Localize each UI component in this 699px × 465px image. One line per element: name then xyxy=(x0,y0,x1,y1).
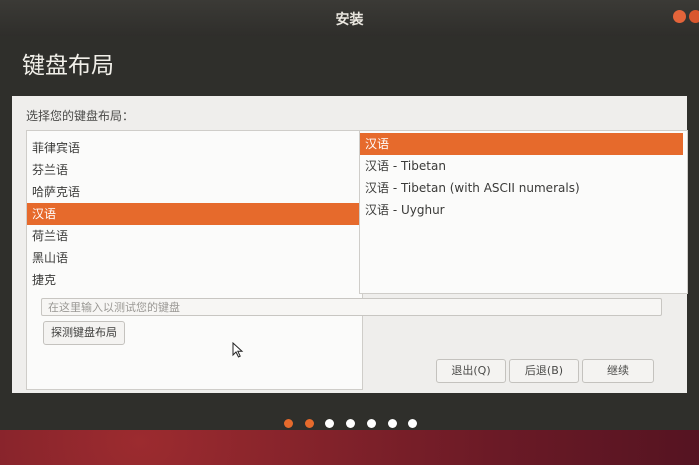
variant-list-item[interactable]: 汉语 - Uyghur xyxy=(360,199,687,221)
progress-dot xyxy=(284,419,293,428)
language-list-item[interactable]: 荷兰语 xyxy=(27,225,362,247)
language-list-item[interactable]: 菲律宾语 xyxy=(27,137,362,159)
detect-layout-button[interactable]: 探测键盘布局 xyxy=(43,321,125,345)
variant-list-item[interactable]: 汉语 - Tibetan xyxy=(360,155,687,177)
mouse-pointer-icon xyxy=(232,342,244,358)
progress-dot xyxy=(304,419,314,428)
progress-dot xyxy=(346,419,356,428)
variant-list-item[interactable]: 汉语 - Tibetan (with ASCII numerals) xyxy=(360,177,687,199)
layout-prompt-label: 选择您的键盘布局： xyxy=(26,109,135,123)
language-list-item[interactable]: 哈萨克语 xyxy=(27,181,362,203)
keyboard-test-input[interactable] xyxy=(41,298,662,316)
progress-dot xyxy=(387,419,397,428)
language-list-item[interactable]: 黑山语 xyxy=(27,247,362,269)
progress-dots xyxy=(0,419,699,429)
quit-button[interactable]: 退出(Q) xyxy=(436,359,506,383)
progress-dot xyxy=(325,419,335,428)
installer-window: 安装 键盘布局 选择您的键盘布局： 菲律宾语 芬兰语 哈萨克语 汉语 荷兰语 黑山语 捷克 … xyxy=(0,0,699,430)
page-title: 键盘布局 xyxy=(22,53,114,79)
language-list-item[interactable]: 捷克 xyxy=(27,269,362,291)
variant-list-item[interactable]: 汉语 xyxy=(360,133,683,155)
minimize-button[interactable] xyxy=(673,10,686,23)
progress-dot xyxy=(366,419,376,428)
language-list[interactable]: 菲律宾语 芬兰语 哈萨克语 汉语 荷兰语 黑山语 捷克 xyxy=(26,130,363,390)
language-list-item[interactable]: 芬兰语 xyxy=(27,159,362,181)
window-title: 安装 xyxy=(335,12,364,28)
variant-list[interactable]: 汉语 汉语 - Tibetan 汉语 - Tibetan (with ASCII n… xyxy=(359,130,688,294)
content-panel: 选择您的键盘布局： 菲律宾语 芬兰语 哈萨克语 汉语 荷兰语 黑山语 捷克 汉语 汉语 - T… xyxy=(12,96,688,393)
language-list-item[interactable]: 汉语 xyxy=(27,203,362,225)
title-bar[interactable]: 安装 xyxy=(0,0,699,36)
progress-dot xyxy=(408,419,418,428)
continue-button[interactable]: 继续 xyxy=(582,359,654,383)
close-button[interactable] xyxy=(689,10,699,23)
back-button[interactable]: 后退(B) xyxy=(509,359,579,383)
